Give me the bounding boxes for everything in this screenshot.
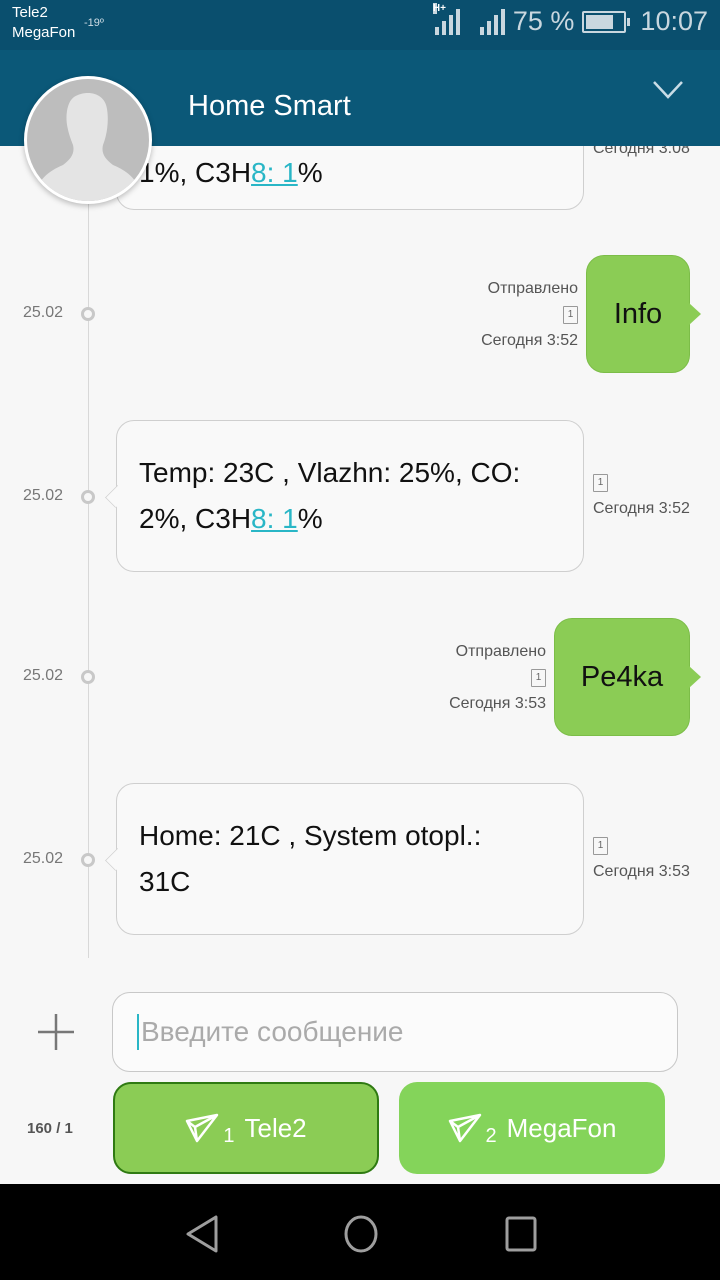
sim-icon: 1	[563, 305, 578, 324]
sim-icon: 1	[593, 473, 608, 492]
navigation-bar	[0, 1184, 720, 1280]
timeline-dot	[81, 307, 95, 321]
chevron-down-icon[interactable]	[652, 80, 684, 100]
send-sim2-label: MegaFon	[506, 1112, 617, 1143]
carrier-1: Tele2	[12, 4, 48, 21]
message-link[interactable]: 8: 1	[251, 503, 298, 534]
message-bubble-incoming[interactable]: Home: 21C , System otopl.: 31C	[116, 783, 584, 935]
message-bubble-incoming[interactable]: 1%, C3H8: 1%	[116, 146, 584, 210]
send-icon	[448, 1113, 481, 1143]
message-date: 25.02	[23, 487, 64, 504]
clock: 10:07	[640, 6, 708, 36]
timeline-dot	[81, 670, 95, 684]
sim-icon: 1	[531, 668, 546, 687]
recent-apps-icon[interactable]	[504, 1214, 538, 1254]
message-time: Сегодня 3:53	[449, 695, 546, 712]
timeline-line	[88, 146, 89, 958]
battery-icon	[582, 10, 631, 33]
message-date: 25.02	[23, 667, 64, 684]
status-bar: Tele2 MegaFon -19º H+ 75 % 10:07	[0, 0, 720, 50]
send-sim1-button[interactable]: 1 Tele2	[113, 1082, 379, 1174]
send-icon	[186, 1113, 219, 1143]
carrier-2: MegaFon	[12, 24, 76, 41]
message-status: Отправлено	[487, 280, 578, 297]
message-text-line: Home: 21C , System otopl.:	[139, 820, 482, 851]
message-text-line: Temp: 23C , Vlazhn: 25%, CO:	[139, 457, 521, 488]
message-time: Сегодня 3:52	[481, 332, 578, 349]
signal-sim2-icon	[479, 8, 505, 35]
text-caret	[137, 1014, 139, 1050]
conversation-title[interactable]: Home Smart	[188, 90, 351, 123]
message-input[interactable]: Введите сообщение	[112, 992, 678, 1072]
timeline-dot	[81, 853, 95, 867]
message-time: Сегодня 3:08	[593, 146, 690, 157]
message-link[interactable]: 8: 1	[251, 157, 298, 188]
add-attachment-icon[interactable]	[38, 1014, 74, 1050]
message-date: 25.02	[23, 304, 64, 321]
sim-icon: 1	[593, 836, 608, 855]
signal-sim1-icon: H+	[432, 2, 460, 35]
person-silhouette-icon	[33, 93, 143, 201]
back-icon[interactable]	[184, 1214, 220, 1254]
message-thread[interactable]: 1%, C3H8: 1% Сегодня 3:08 25.02 Отправле…	[0, 146, 720, 980]
message-meta: 1 Сегодня 3:52	[593, 470, 690, 522]
send-sim1-label: Tele2	[244, 1112, 307, 1143]
network-type: H+	[432, 2, 446, 14]
message-input-placeholder: Введите сообщение	[141, 1016, 404, 1047]
message-bubble-outgoing[interactable]: Info	[586, 255, 701, 373]
home-icon[interactable]	[342, 1214, 380, 1254]
message-text-line: 31C	[139, 866, 191, 897]
message-time: Сегодня 3:52	[593, 500, 690, 517]
avatar[interactable]	[24, 76, 152, 204]
send-sim2-button[interactable]: 2 MegaFon	[399, 1082, 665, 1174]
battery-fill	[586, 14, 614, 29]
sim-number: 1	[223, 1124, 235, 1147]
char-counter: 160 / 1	[27, 1120, 73, 1137]
message-bubble-outgoing[interactable]: Pe4ka	[554, 618, 701, 736]
message-meta: 1 Сегодня 3:53	[593, 833, 690, 885]
timeline-dot	[81, 490, 95, 504]
message-date: 25.02	[23, 850, 64, 867]
message-text: Pe4ka	[580, 660, 664, 693]
message-meta: Отправлено 1 Сегодня 3:53	[449, 639, 546, 717]
battery-percent: 75 %	[512, 6, 575, 36]
temperature: -19º	[84, 17, 104, 29]
sim-number: 2	[485, 1124, 497, 1147]
message-status: Отправлено	[455, 643, 546, 660]
message-time: Сегодня 3:53	[593, 863, 690, 880]
message-bubble-incoming[interactable]: Temp: 23C , Vlazhn: 25%, CO: 2%, C3H8: 1…	[116, 420, 584, 572]
message-text: Info	[613, 297, 663, 330]
carrier-names: Tele2 MegaFon	[12, 3, 75, 43]
message-meta: Отправлено 1 Сегодня 3:52	[481, 276, 578, 354]
